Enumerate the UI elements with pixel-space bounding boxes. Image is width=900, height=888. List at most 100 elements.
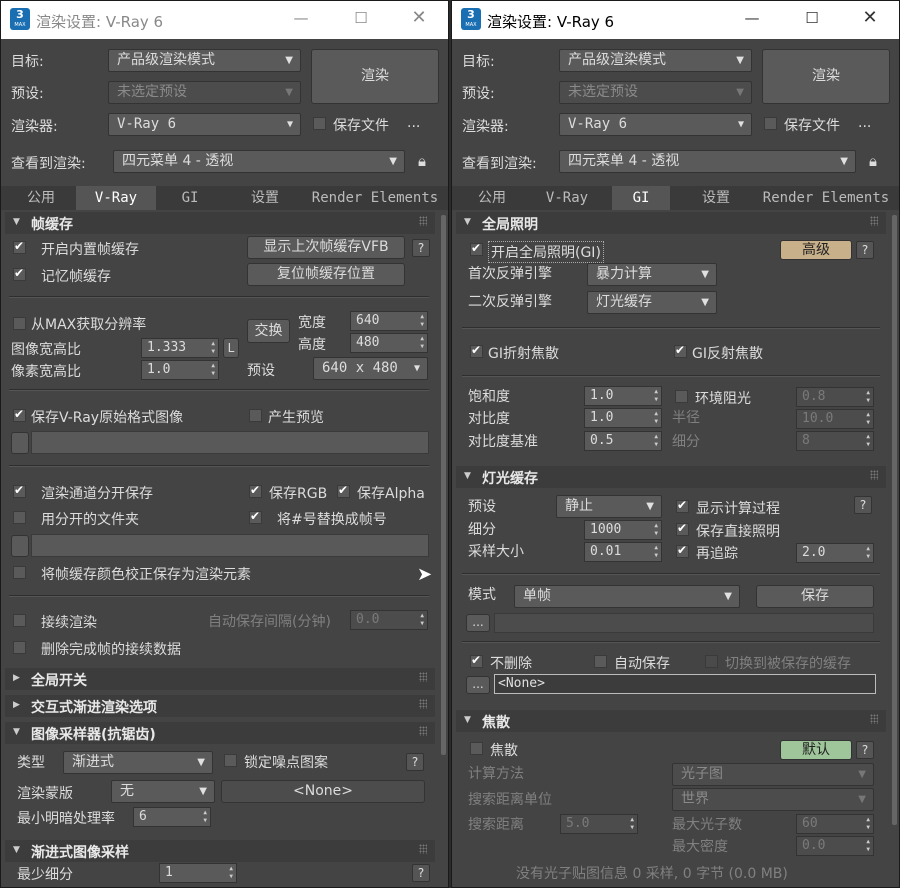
channels-path-field[interactable] (31, 534, 429, 557)
tab-vray[interactable]: V-Ray (527, 186, 607, 210)
preset-dropdown[interactable]: 未选定预设 (559, 81, 752, 104)
save-file-checkbox[interactable] (764, 117, 777, 130)
save-file-checkbox[interactable] (313, 117, 326, 130)
lock-icon[interactable]: 🔒︎ (418, 152, 426, 170)
help-icon[interactable]: ? (856, 741, 874, 759)
search-unit-dropdown[interactable]: 世界 (672, 788, 874, 811)
raw-path-browse-button[interactable] (11, 432, 29, 454)
maximize-icon[interactable]: ☐ (802, 9, 822, 27)
sample-size-spinner[interactable]: 0.01 (584, 542, 662, 562)
advanced-mode-button[interactable]: 高级 (780, 240, 852, 260)
render-button[interactable]: 渲染 (762, 49, 890, 104)
autosave-interval-spinner[interactable]: 0.0 (350, 610, 428, 630)
ao-subdivs-spinner[interactable]: 8 (796, 431, 874, 451)
switch-saved-cache-checkbox[interactable] (705, 655, 718, 668)
enable-vfb-checkbox[interactable] (13, 239, 26, 254)
rollout-caustics[interactable]: ▼ 焦散 (456, 710, 886, 732)
search-dist-spinner[interactable]: 5.0 (560, 814, 638, 834)
max-density-spinner[interactable]: 0.0 (796, 836, 874, 856)
target-dropdown[interactable]: 产品级渲染模式 (108, 49, 301, 72)
scrollbar[interactable] (441, 215, 446, 755)
rollout-light-cache[interactable]: ▼ 灯光缓存 (456, 466, 886, 488)
minimize-icon[interactable]: — (291, 9, 311, 27)
lc-preset-dropdown[interactable]: 静止 (556, 495, 662, 518)
autosave-browse-button[interactable]: ... (466, 676, 490, 694)
tab-render-elements[interactable]: Render Elements (311, 186, 439, 210)
save-file-browse-button[interactable]: ... (407, 115, 420, 131)
scrollbar[interactable] (892, 215, 897, 825)
rollout-ipr-options[interactable]: ▶ 交互式渐进渲染选项 (5, 695, 435, 717)
swap-button[interactable]: 交换 (247, 319, 290, 343)
minimize-icon[interactable]: — (742, 9, 762, 27)
tab-common[interactable]: 公用 (15, 186, 67, 210)
preset-dropdown[interactable]: 未选定预设 (108, 81, 301, 104)
caustics-checkbox[interactable] (470, 742, 483, 755)
lc-subdivs-spinner[interactable]: 1000 (584, 520, 662, 540)
tab-gi[interactable]: GI (612, 186, 670, 210)
ao-radius-spinner[interactable]: 10.0 (796, 409, 874, 429)
save-rgb-checkbox[interactable] (249, 483, 262, 498)
view-to-render-dropdown[interactable]: 四元菜单 4 - 透视 (113, 150, 405, 173)
lock-aspect-button[interactable]: L (223, 338, 239, 358)
primary-engine-dropdown[interactable]: 暴力计算 (587, 263, 717, 286)
refractive-caustics-checkbox[interactable] (470, 343, 483, 358)
lc-file-field[interactable] (494, 613, 874, 633)
help-icon[interactable]: ? (856, 241, 874, 259)
delete-resume-checkbox[interactable] (13, 641, 26, 654)
min-subdivs-spinner[interactable]: 1 (159, 863, 237, 883)
lock-noise-checkbox[interactable] (224, 754, 237, 767)
tab-gi[interactable]: GI (166, 186, 214, 210)
channels-path-browse-button[interactable] (11, 535, 29, 557)
save-alpha-checkbox[interactable] (337, 483, 350, 498)
render-mask-dropdown[interactable]: 无 (111, 780, 215, 803)
dont-delete-checkbox[interactable] (470, 653, 483, 668)
tab-render-elements[interactable]: Render Elements (762, 186, 890, 210)
memory-fb-checkbox[interactable] (13, 266, 26, 281)
title-bar[interactable]: 3 MAX 渲染设置: V-Ray 6 — ☐ ✕ (1, 1, 448, 39)
resume-checkbox[interactable] (13, 614, 26, 627)
reset-fb-position-button[interactable]: 复位帧缓存位置 (247, 263, 405, 286)
store-direct-checkbox[interactable] (676, 521, 689, 536)
tab-vray[interactable]: V-Ray (76, 186, 156, 210)
save-cc-checkbox[interactable] (13, 566, 26, 579)
tab-settings[interactable]: 设置 (690, 186, 742, 210)
replace-hash-checkbox[interactable] (249, 509, 262, 524)
height-spinner[interactable]: 480 (350, 333, 428, 353)
contrast-base-spinner[interactable]: 0.5 (584, 431, 662, 451)
help-icon[interactable]: ? (412, 864, 430, 882)
close-icon[interactable]: ✕ (409, 7, 429, 28)
gen-preview-checkbox[interactable] (249, 409, 262, 422)
resolution-preset-dropdown[interactable]: 640 x 480 (313, 357, 428, 380)
rollout-global-switches[interactable]: ▶ 全局开关 (5, 668, 435, 690)
autosave-path-field[interactable]: <None> (494, 674, 876, 694)
sampler-type-dropdown[interactable]: 渐进式 (63, 751, 213, 774)
default-mode-button[interactable]: 默认 (780, 740, 852, 760)
title-bar[interactable]: 3 MAX 渲染设置: V-Ray 6 — ☐ ✕ (452, 1, 899, 39)
auto-save-checkbox[interactable] (594, 655, 607, 668)
maximize-icon[interactable]: ☐ (351, 9, 371, 27)
contrast-spinner[interactable]: 1.0 (584, 408, 662, 428)
save-file-browse-button[interactable]: ... (858, 115, 871, 131)
separate-folder-checkbox[interactable] (13, 511, 26, 524)
lc-save-button[interactable]: 保存 (756, 585, 874, 608)
lc-mode-dropdown[interactable]: 单帧 (514, 585, 740, 608)
ao-amount-spinner[interactable]: 0.8 (796, 387, 874, 407)
reflective-caustics-checkbox[interactable] (674, 343, 687, 358)
width-spinner[interactable]: 640 (350, 311, 428, 331)
pixel-aspect-spinner[interactable]: 1.0 (141, 360, 219, 380)
rollout-global-illumination[interactable]: ▼ 全局照明 (456, 212, 886, 234)
help-icon[interactable]: ? (406, 753, 424, 771)
from-max-checkbox[interactable] (13, 317, 26, 330)
min-shading-rate-spinner[interactable]: 6 (133, 807, 211, 827)
help-icon[interactable]: ? (412, 239, 430, 257)
ambient-occlusion-checkbox[interactable] (675, 390, 688, 403)
raw-path-field[interactable] (31, 431, 429, 454)
saturation-spinner[interactable]: 1.0 (584, 386, 662, 406)
show-last-vfb-button[interactable]: 显示上次帧缓存VFB (247, 236, 405, 259)
render-mask-none-button[interactable]: <None> (221, 780, 425, 803)
render-button[interactable]: 渲染 (311, 49, 439, 104)
image-aspect-spinner[interactable]: 1.333 (141, 338, 219, 358)
enable-gi-checkbox[interactable] (470, 241, 483, 256)
separate-channels-checkbox[interactable] (13, 483, 26, 498)
lc-file-browse-button[interactable]: ... (466, 614, 490, 632)
